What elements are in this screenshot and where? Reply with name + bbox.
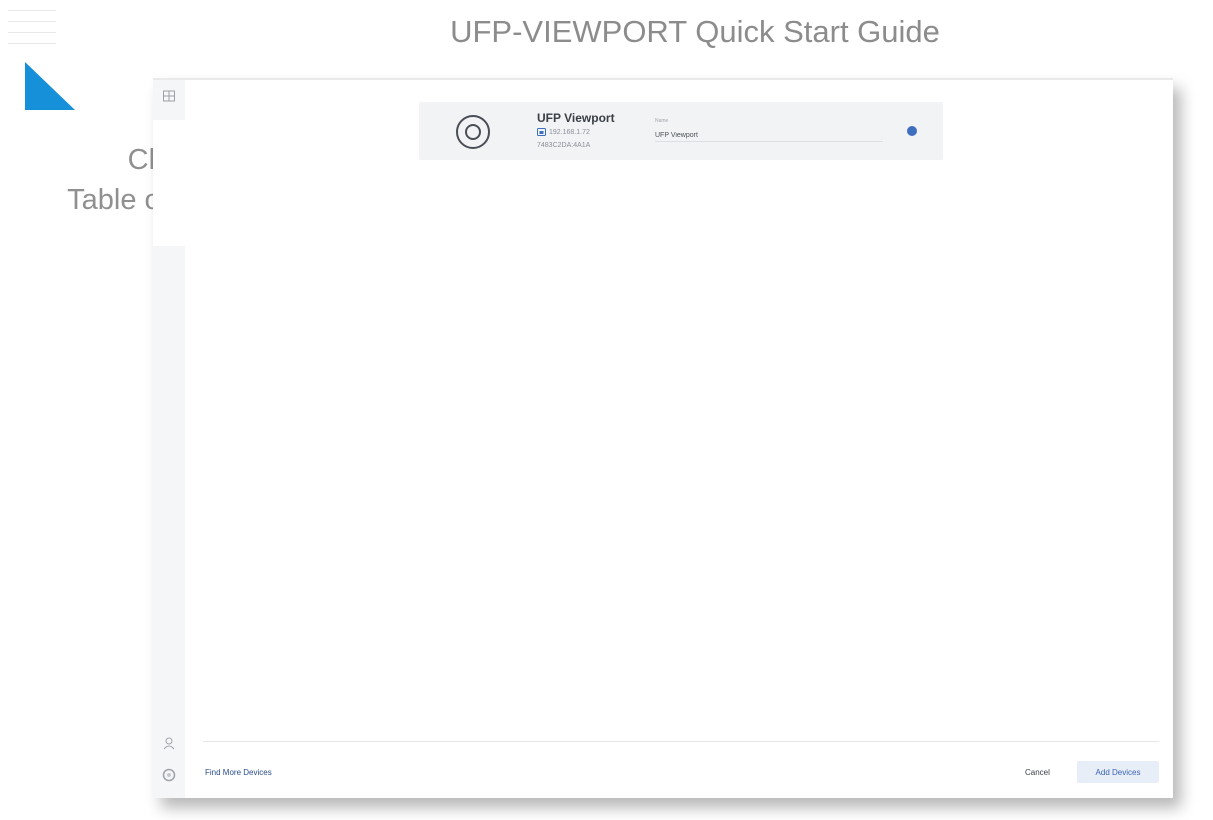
name-field-label: Name bbox=[655, 118, 669, 124]
sidebar bbox=[153, 80, 185, 798]
add-devices-button[interactable]: Add Devices bbox=[1077, 761, 1159, 783]
device-name-input[interactable] bbox=[655, 129, 883, 142]
device-ip-row: 192.168.1.72 bbox=[537, 128, 590, 136]
device-name: UFP Viewport bbox=[537, 111, 615, 125]
app-window: UFP Viewport 192.168.1.72 7483C2DA:4A1A … bbox=[153, 78, 1173, 798]
device-selected-radio[interactable] bbox=[907, 126, 917, 136]
user-icon[interactable] bbox=[162, 736, 176, 750]
network-icon bbox=[537, 128, 546, 136]
toc-triangle-icon[interactable] bbox=[25, 62, 75, 110]
guide-title: UFP-VIEWPORT Quick Start Guide bbox=[450, 14, 940, 49]
settings-icon[interactable] bbox=[162, 768, 176, 782]
footer-divider bbox=[203, 741, 1159, 742]
device-mac: 7483C2DA:4A1A bbox=[537, 142, 591, 149]
toc-lines-decoration bbox=[8, 10, 56, 54]
device-ip: 192.168.1.72 bbox=[549, 128, 590, 136]
find-more-devices-link[interactable]: Find More Devices bbox=[205, 768, 272, 777]
camera-icon bbox=[456, 115, 490, 149]
grid-icon[interactable] bbox=[162, 89, 176, 103]
cancel-button[interactable]: Cancel bbox=[1025, 768, 1050, 777]
sidebar-gap bbox=[153, 120, 185, 246]
device-card[interactable]: UFP Viewport 192.168.1.72 7483C2DA:4A1A … bbox=[419, 102, 943, 160]
